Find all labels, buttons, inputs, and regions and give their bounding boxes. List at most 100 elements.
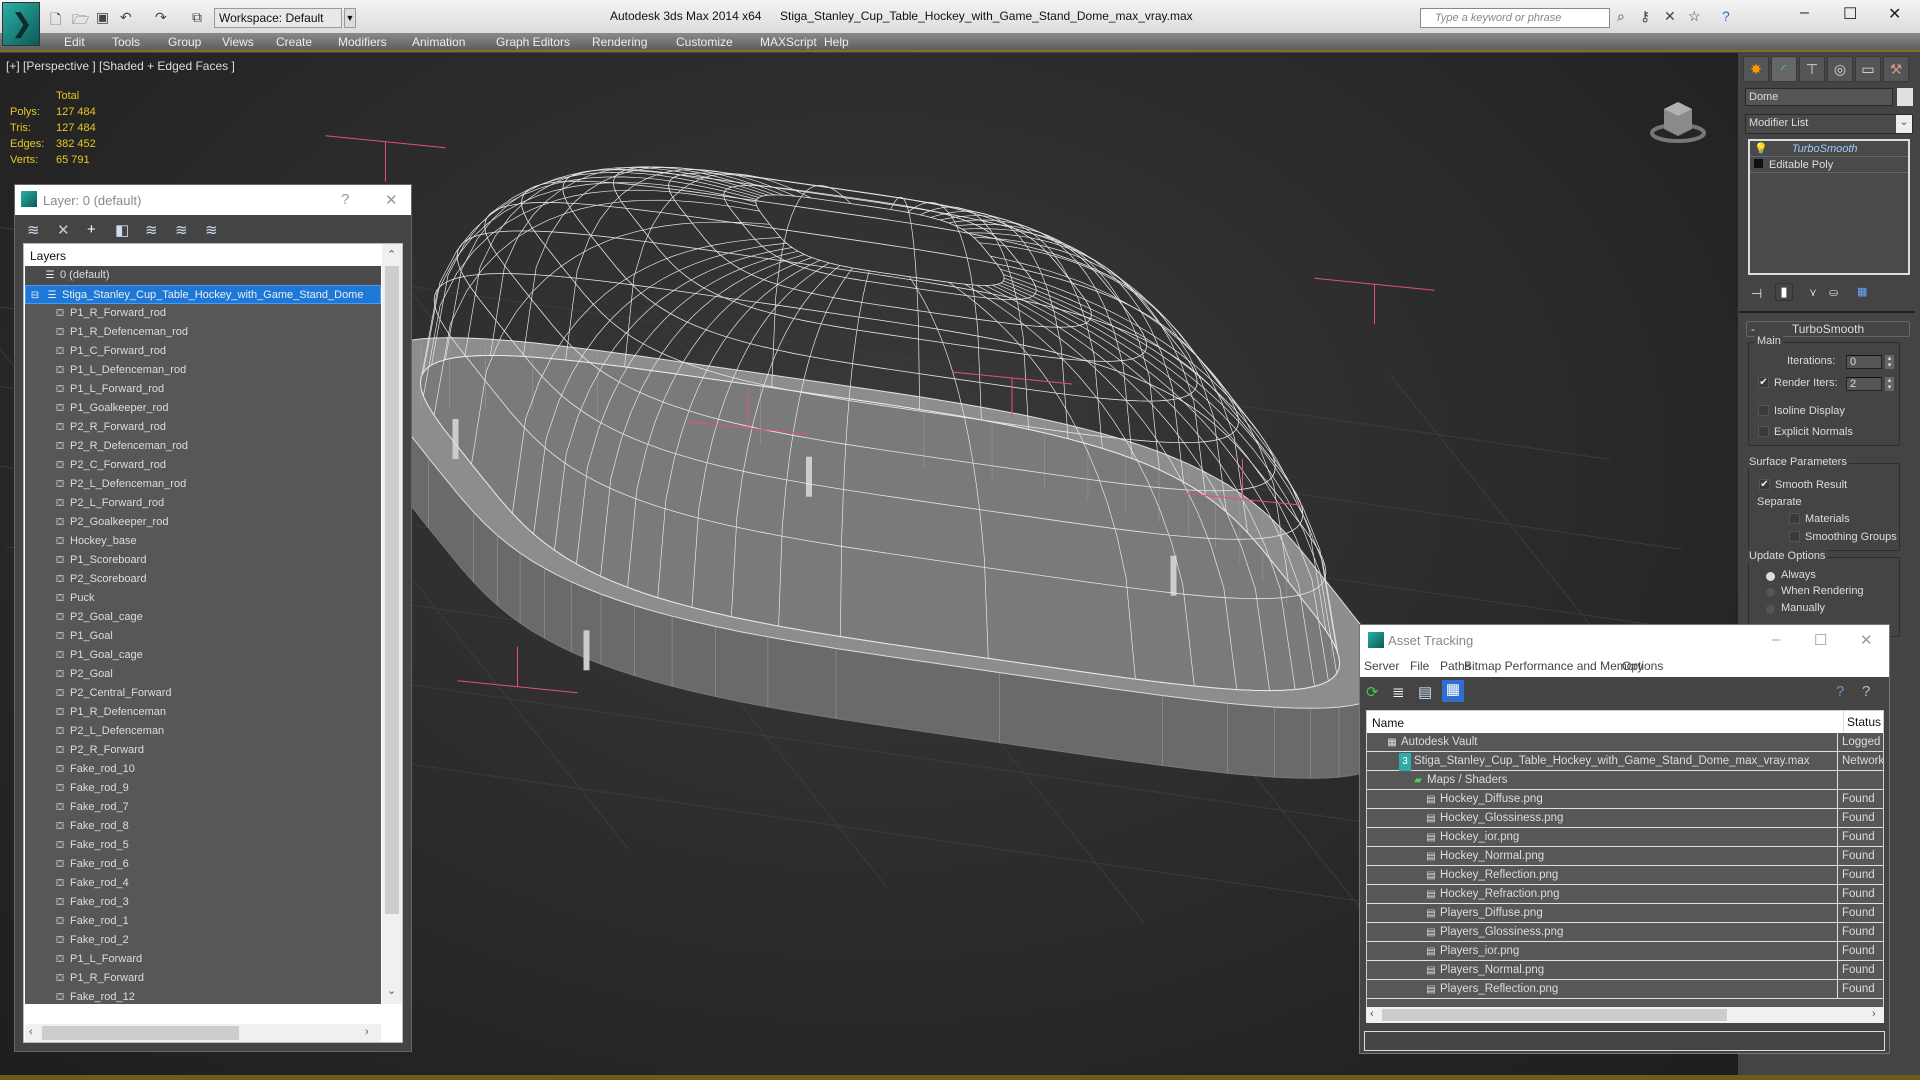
select-objects-icon[interactable]: ◧ (115, 221, 129, 239)
object-row[interactable]: ⛋ P2_L_Defenceman_rod (25, 475, 381, 494)
minimize-button[interactable]: – (1772, 631, 1780, 648)
object-row[interactable]: ⛋ P2_Scoreboard (25, 570, 381, 589)
horizontal-scrollbar[interactable]: ‹ › (25, 1024, 381, 1042)
layer-dialog-titlebar[interactable]: Layer: 0 (default) ? ✕ (15, 185, 411, 215)
menu-help[interactable]: Help (824, 35, 849, 49)
configure-modifier-sets-icon[interactable]: ▦ (1857, 285, 1867, 298)
render-iters-spinner[interactable]: ▴ ▾ (1885, 377, 1894, 391)
object-row[interactable]: ⛋ P1_L_Forward (25, 950, 381, 969)
object-row[interactable]: ⛋ Hockey_base (25, 532, 381, 551)
close-button[interactable]: ✕ (1860, 631, 1873, 649)
object-row[interactable]: ⛋ Fake_rod_6 (25, 855, 381, 874)
layer-settings-icon[interactable]: ≋ (205, 221, 218, 239)
asset-row[interactable]: ▤ Hockey_Glossiness.png Found (1367, 809, 1883, 828)
object-row[interactable]: ⛋ P2_R_Forward (25, 741, 381, 760)
object-row[interactable]: ⛋ P2_Goal (25, 665, 381, 684)
render-iters-input[interactable]: 2 (1846, 377, 1882, 391)
object-row[interactable]: ⛋ P1_L_Defenceman_rod (25, 361, 381, 380)
menu-group[interactable]: Group (168, 35, 201, 49)
context-help-icon[interactable]: ? (1862, 683, 1870, 700)
stack-item-editable-poly[interactable]: Editable Poly (1750, 157, 1908, 173)
highlight-layer-icon[interactable]: ≋ (175, 221, 188, 239)
object-row[interactable]: ⛋ Puck (25, 589, 381, 608)
object-row[interactable]: ⛋ P1_Goal_cage (25, 646, 381, 665)
display-tab-icon[interactable]: ▭ (1855, 56, 1881, 82)
binoculars-icon[interactable]: ⌕ (1617, 8, 1625, 25)
minimize-button[interactable]: – (1800, 4, 1809, 22)
help-button[interactable]: ? (341, 191, 349, 208)
save-icon[interactable]: ▣ (96, 9, 109, 26)
utilities-tab-icon[interactable]: ⚒ (1883, 56, 1909, 82)
help-icon[interactable]: ? (1836, 683, 1844, 700)
object-name-field[interactable]: Dome (1745, 88, 1893, 106)
asset-row[interactable]: ▤ Players_Reflection.png Found (1367, 980, 1883, 999)
object-row[interactable]: ⛋ Fake_rod_2 (25, 931, 381, 950)
when-rendering-radio[interactable] (1766, 588, 1775, 597)
menu-edit[interactable]: Edit (64, 35, 85, 49)
asset-row[interactable]: ▤ Players_Normal.png Found (1367, 961, 1883, 980)
maximize-button[interactable]: ☐ (1843, 4, 1857, 24)
materials-checkbox[interactable] (1789, 513, 1800, 524)
layer-row[interactable]: ☰ 0 (default) (25, 266, 381, 285)
maximize-button[interactable]: ☐ (1814, 631, 1827, 649)
asset-menu-file[interactable]: File (1410, 659, 1429, 673)
menu-customize[interactable]: Customize (676, 35, 733, 49)
key-icon[interactable]: ⚷ (1640, 8, 1650, 25)
smoothing-groups-checkbox[interactable] (1789, 531, 1800, 542)
asset-path-field[interactable] (1364, 1031, 1885, 1051)
make-unique-icon[interactable]: ⋎ (1809, 286, 1817, 299)
menu-views[interactable]: Views (222, 35, 254, 49)
asset-row[interactable]: ▤ Hockey_Refraction.png Found (1367, 885, 1883, 904)
asset-menu-options[interactable]: Options (1622, 659, 1663, 673)
object-row[interactable]: ⛋ Fake_rod_1 (25, 912, 381, 931)
object-row[interactable]: ⛋ P1_C_Forward_rod (25, 342, 381, 361)
object-row[interactable]: ⛋ P2_C_Forward_rod (25, 456, 381, 475)
object-color-swatch[interactable] (1897, 88, 1913, 106)
asset-row[interactable]: ▤ Players_Glossiness.png Found (1367, 923, 1883, 942)
name-column-header[interactable]: Name (1372, 716, 1404, 730)
object-row[interactable]: ⛋ P1_R_Forward_rod (25, 304, 381, 323)
manually-radio[interactable] (1766, 605, 1775, 614)
collapse-icon[interactable]: ⊟ (28, 286, 42, 305)
render-iters-checkbox[interactable]: ✔ (1758, 377, 1769, 388)
remove-modifier-icon[interactable]: ⛀ (1829, 286, 1838, 299)
menu-create[interactable]: Create (276, 35, 312, 49)
layers-column-header[interactable]: Layers (24, 244, 402, 266)
new-file-icon[interactable]: 🗋 (50, 9, 61, 33)
search-input[interactable]: Type a keyword or phrase (1420, 8, 1610, 28)
customize-toolbar-icon[interactable]: ▼ (344, 8, 356, 28)
refresh-icon[interactable]: ⟳ (1366, 683, 1379, 701)
isoline-display-checkbox[interactable] (1758, 405, 1769, 416)
object-row[interactable]: ⛋ Fake_rod_7 (25, 798, 381, 817)
hierarchy-tab-icon[interactable]: ⊤ (1799, 56, 1825, 82)
asset-row[interactable]: ▤ Hockey_Reflection.png Found (1367, 866, 1883, 885)
smooth-result-checkbox[interactable]: ✔ (1759, 479, 1770, 490)
menu-animation[interactable]: Animation (412, 35, 465, 49)
object-row[interactable]: ⛋ P2_Goal_cage (25, 608, 381, 627)
object-row[interactable]: ⛋ P1_R_Defenceman_rod (25, 323, 381, 342)
object-row[interactable]: ⛋ Fake_rod_10 (25, 760, 381, 779)
object-row[interactable]: ⛋ Fake_rod_12 (25, 988, 381, 1004)
project-folder-icon[interactable]: ⧉ (192, 9, 202, 26)
layer-row[interactable]: ⊟ ☰ Stiga_Stanley_Cup_Table_Hockey_with_Ga… (25, 285, 381, 304)
object-row[interactable]: ⛋ P1_Goal (25, 627, 381, 646)
stack-item-turbosmooth[interactable]: 💡 TurboSmooth (1750, 141, 1908, 157)
show-end-result-icon[interactable]: ▮ (1775, 283, 1793, 301)
favorites-star-icon[interactable]: ☆ (1688, 8, 1701, 25)
delete-layer-icon[interactable]: ✕ (57, 221, 70, 239)
add-to-layer-icon[interactable]: + (87, 221, 96, 238)
asset-row[interactable]: ▤ Hockey_Diffuse.png Found (1367, 790, 1883, 809)
menu-maxscript[interactable]: MAXScript (760, 35, 817, 49)
asset-dialog-titlebar[interactable]: Asset Tracking – ☐ ✕ (1360, 625, 1889, 655)
object-row[interactable]: ⛋ P2_Central_Forward (25, 684, 381, 703)
asset-menu-bitmap[interactable]: Bitmap Performance and Memory (1464, 659, 1643, 673)
object-row[interactable]: ⛋ P1_L_Forward_rod (25, 380, 381, 399)
object-row[interactable]: ⛋ P1_R_Forward (25, 969, 381, 988)
asset-row[interactable]: ▤ Players_ior.png Found (1367, 942, 1883, 961)
asset-row[interactable]: ▤ Players_Diffuse.png Found (1367, 904, 1883, 923)
motion-tab-icon[interactable]: ◎ (1827, 56, 1853, 82)
asset-row[interactable]: ▰ Maps / Shaders (1367, 771, 1883, 790)
menu-rendering[interactable]: Rendering (592, 35, 647, 49)
object-row[interactable]: ⛋ P2_R_Forward_rod (25, 418, 381, 437)
vertical-scrollbar[interactable]: ⌃ ⌄ (382, 244, 402, 1004)
